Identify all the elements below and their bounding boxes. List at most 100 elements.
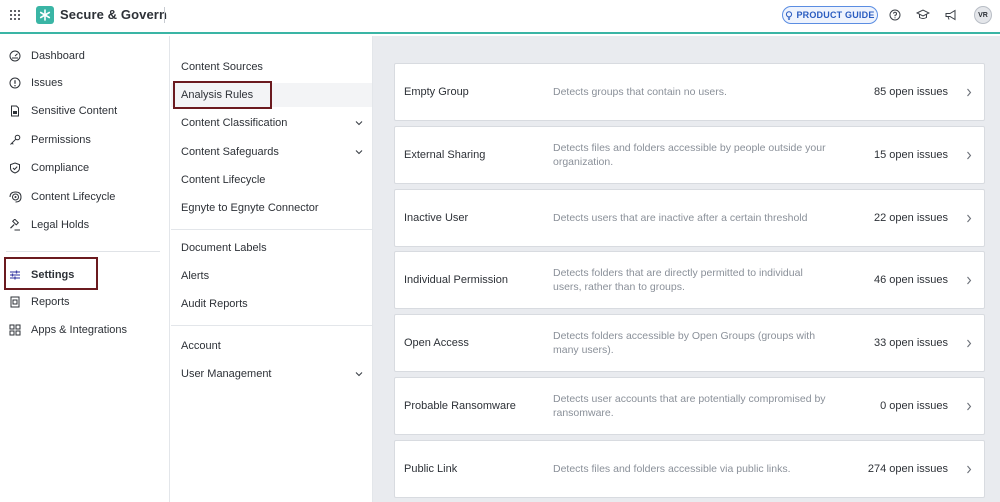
rule-card-open-access[interactable]: Open Access Detects folders accessible b… — [394, 314, 985, 372]
rule-description: Detects files and folders accessible by … — [553, 142, 826, 168]
sidebar-item-label: Legal Holds — [31, 219, 90, 231]
rule-open-issues: 15 open issues — [874, 149, 948, 161]
subnav-divider — [171, 325, 372, 326]
rule-card-external-sharing[interactable]: External Sharing Detects files and folde… — [394, 126, 985, 184]
sidebar-item-reports[interactable]: Reports — [8, 291, 70, 313]
apps-icon — [8, 323, 22, 337]
subnav-item-label: Egnyte to Egnyte Connector — [181, 202, 319, 214]
user-avatar[interactable]: VR — [974, 6, 992, 24]
gavel-icon — [8, 218, 22, 232]
sidebar-item-compliance[interactable]: Compliance — [8, 157, 89, 179]
settings-subnav: Content Sources Analysis Rules Content C… — [171, 36, 373, 502]
subnav-item-content-lifecycle[interactable]: Content Lifecycle — [181, 168, 369, 192]
chevron-down-icon[interactable] — [355, 370, 363, 379]
sidebar-item-apps-integrations[interactable]: Apps & Integrations — [8, 319, 127, 341]
subnav-item-user-management[interactable]: User Management — [181, 362, 369, 386]
rule-description: Detects user accounts that are potential… — [553, 393, 826, 419]
subnav-divider — [171, 229, 372, 230]
sidebar-item-label: Content Lifecycle — [31, 191, 116, 203]
sidebar-divider — [6, 251, 160, 252]
rule-name: Individual Permission — [404, 274, 508, 286]
subnav-item-account[interactable]: Account — [181, 334, 369, 358]
rule-open-issues: 274 open issues — [867, 463, 948, 475]
sidebar-item-label: Issues — [31, 77, 63, 89]
rule-open-issues: 85 open issues — [874, 86, 948, 98]
app-grid-icon[interactable] — [10, 10, 20, 20]
chevron-down-icon[interactable] — [355, 119, 363, 128]
chevron-right-icon[interactable] — [964, 464, 974, 474]
sidebar-item-sensitive-content[interactable]: Sensitive Content — [8, 100, 117, 122]
rule-description: Detects folders that are directly permit… — [553, 267, 803, 293]
main-sidebar: Dashboard Issues Sensitive Content Permi… — [0, 36, 170, 502]
subnav-item-audit-reports[interactable]: Audit Reports — [181, 292, 369, 316]
app-title: Secure & Govern — [60, 7, 167, 22]
subnav-item-label: Content Safeguards — [181, 146, 279, 158]
graduation-cap-icon[interactable] — [916, 8, 930, 22]
subnav-item-alerts[interactable]: Alerts — [181, 264, 369, 288]
lightbulb-icon — [786, 10, 793, 20]
sidebar-item-label: Reports — [31, 296, 70, 308]
chevron-right-icon[interactable] — [964, 275, 974, 285]
chevron-right-icon[interactable] — [964, 150, 974, 160]
sidebar-item-label: Dashboard — [31, 50, 85, 62]
subnav-item-content-classification[interactable]: Content Classification — [181, 111, 369, 135]
subnav-item-content-sources[interactable]: Content Sources — [181, 55, 369, 79]
shield-icon — [8, 161, 22, 175]
sidebar-item-content-lifecycle[interactable]: Content Lifecycle — [8, 186, 115, 208]
rule-card-individual-permission[interactable]: Individual Permission Detects folders th… — [394, 251, 985, 309]
rule-name: Open Access — [404, 337, 469, 349]
rule-card-empty-group[interactable]: Empty Group Detects groups that contain … — [394, 63, 985, 121]
key-icon — [8, 133, 22, 147]
subnav-item-label: Content Classification — [181, 117, 288, 129]
rule-name: Inactive User — [404, 212, 469, 224]
chevron-right-icon[interactable] — [964, 213, 974, 223]
sidebar-item-label: Apps & Integrations — [31, 324, 128, 336]
sidebar-item-label: Compliance — [31, 162, 90, 174]
sidebar-item-issues[interactable]: Issues — [8, 72, 63, 94]
product-guide-label: PRODUCT GUIDE — [796, 10, 875, 20]
dashboard-icon — [8, 49, 22, 63]
analysis-rules-list: Empty Group Detects groups that contain … — [373, 36, 1000, 502]
rule-description: Detects users that are inactive after a … — [553, 212, 808, 224]
rule-open-issues: 22 open issues — [874, 212, 948, 224]
chevron-right-icon[interactable] — [964, 87, 974, 97]
chevron-right-icon[interactable] — [964, 338, 974, 348]
rule-open-issues: 0 open issues — [880, 400, 948, 412]
help-icon[interactable] — [888, 8, 902, 22]
rule-card-probable-ransomware[interactable]: Probable Ransomware Detects user account… — [394, 377, 985, 435]
megaphone-icon[interactable] — [944, 8, 958, 22]
rule-description: Detects folders accessible by Open Group… — [553, 330, 816, 356]
title-divider — [164, 7, 165, 23]
subnav-item-document-labels[interactable]: Document Labels — [181, 236, 369, 260]
product-guide-button[interactable]: PRODUCT GUIDE — [782, 6, 878, 24]
sidebar-item-legal-holds[interactable]: Legal Holds — [8, 214, 89, 236]
top-bar: Secure & Govern PRODUCT GUIDE VR — [0, 0, 1000, 34]
sidebar-item-dashboard[interactable]: Dashboard — [8, 45, 85, 67]
sensitive-content-icon — [8, 104, 22, 118]
chevron-right-icon[interactable] — [964, 401, 974, 411]
reports-icon — [8, 295, 22, 309]
rule-card-inactive-user[interactable]: Inactive User Detects users that are ina… — [394, 189, 985, 247]
subnav-item-label: Document Labels — [181, 242, 267, 254]
rule-name: Empty Group — [404, 86, 469, 98]
issues-icon — [8, 76, 22, 90]
analysis-rules-highlight-box — [173, 81, 272, 109]
rule-card-public-link[interactable]: Public Link Detects files and folders ac… — [394, 440, 985, 498]
sidebar-item-label: Sensitive Content — [31, 105, 118, 117]
subnav-item-label: Alerts — [181, 270, 210, 282]
rule-description: Detects groups that contain no users. — [553, 86, 727, 98]
subnav-item-label: Content Sources — [181, 61, 263, 73]
rule-name: Probable Ransomware — [404, 400, 516, 412]
subnav-item-egnyte-connector[interactable]: Egnyte to Egnyte Connector — [181, 196, 369, 220]
egnyte-logo-icon — [36, 6, 54, 24]
rule-description: Detects files and folders accessible via… — [553, 463, 791, 475]
subnav-item-label: Content Lifecycle — [181, 174, 266, 186]
chevron-down-icon[interactable] — [355, 148, 363, 157]
settings-highlight-box — [4, 257, 98, 290]
lifecycle-icon — [8, 190, 22, 204]
subnav-item-label: Audit Reports — [181, 298, 248, 310]
rule-open-issues: 33 open issues — [874, 337, 948, 349]
subnav-item-label: Account — [181, 340, 221, 352]
sidebar-item-permissions[interactable]: Permissions — [8, 129, 91, 151]
subnav-item-content-safeguards[interactable]: Content Safeguards — [181, 140, 369, 164]
